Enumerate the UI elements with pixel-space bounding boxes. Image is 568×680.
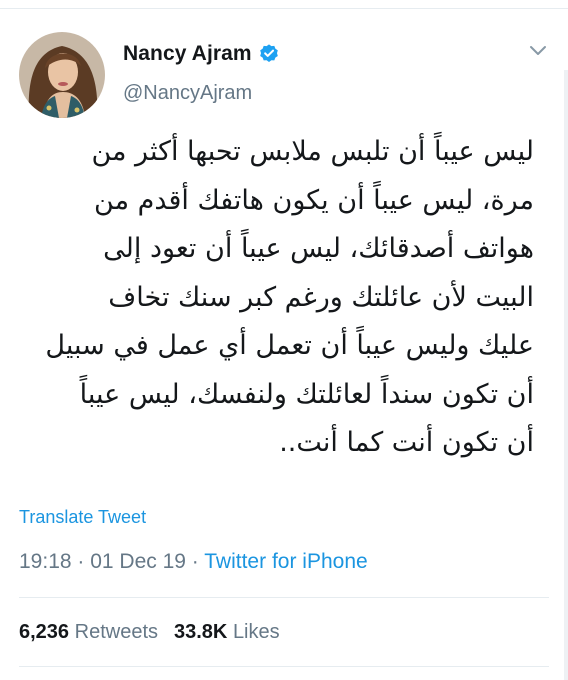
- tweet-detail: Nancy Ajram @NancyAjram ليس عيباً أن تلب…: [0, 0, 568, 680]
- divider: [19, 666, 549, 667]
- tweet-text: ليس عيباً أن تلبس ملابس تحبها أكثر من مر…: [45, 136, 534, 458]
- avatar-image: [19, 32, 105, 118]
- retweets-count: 6,236: [19, 621, 70, 643]
- divider: [19, 597, 549, 598]
- tweet-source[interactable]: Twitter for iPhone: [204, 550, 367, 573]
- likes-stat[interactable]: 33.8K Likes: [174, 621, 280, 643]
- chevron-down-icon[interactable]: [528, 44, 548, 58]
- likes-label: Likes: [232, 621, 280, 643]
- verified-badge-icon: [258, 43, 280, 65]
- meta-separator: ·: [71, 550, 91, 573]
- name-row: Nancy Ajram: [123, 42, 280, 66]
- retweets-stat[interactable]: 6,236 Retweets: [19, 621, 158, 643]
- retweets-label: Retweets: [74, 621, 158, 643]
- top-divider: [0, 8, 568, 9]
- translate-tweet-link[interactable]: Translate Tweet: [19, 507, 146, 528]
- avatar[interactable]: [19, 32, 105, 118]
- meta-separator: ·: [185, 550, 205, 573]
- engagement-stats: 6,236 Retweets 33.8K Likes: [19, 621, 280, 644]
- tweet-time[interactable]: 19:18: [19, 550, 72, 573]
- display-name[interactable]: Nancy Ajram: [123, 42, 252, 66]
- tweet-date[interactable]: 01 Dec 19: [90, 550, 186, 573]
- tweet-metadata: 19:18 · 01 Dec 19 · Twitter for iPhone: [19, 550, 368, 574]
- scrollbar-track: [564, 70, 568, 680]
- user-handle[interactable]: @NancyAjram: [123, 82, 252, 105]
- likes-count: 33.8K: [174, 621, 228, 643]
